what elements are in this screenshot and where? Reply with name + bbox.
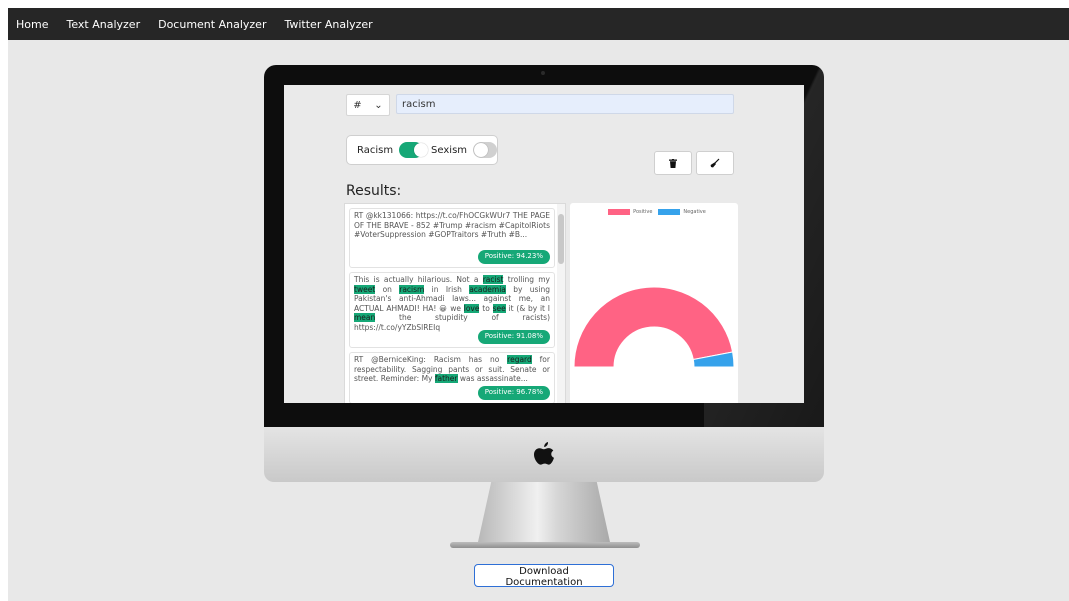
tweet-text-fragment: it (& by it I — [505, 303, 550, 313]
imac-stand — [478, 482, 610, 542]
nav-home[interactable]: Home — [16, 18, 48, 31]
highlighted-keyword: father — [434, 374, 458, 384]
hash-symbol: # — [353, 99, 362, 111]
sexism-toggle[interactable] — [473, 142, 497, 158]
tweet-text: This is actually hilarious. Not a racist… — [354, 275, 550, 332]
tweet-text-fragment: RT @BerniceKing: Racism has no — [354, 355, 508, 364]
page-background: Home Text Analyzer Document Analyzer Twi… — [8, 8, 1069, 601]
clean-button[interactable] — [696, 151, 734, 175]
download-documentation-button[interactable]: Download Documentation — [474, 564, 614, 588]
sentiment-badge: Positive: 94.23% — [477, 250, 550, 264]
nav-text-analyzer[interactable]: Text Analyzer — [66, 18, 140, 31]
sexism-label: Sexism — [431, 144, 468, 156]
sentiment-badge: Positive: 91.08% — [477, 330, 550, 344]
tweet-text: RT @kk131066: https://t.co/FhOCGkWUr7 TH… — [354, 211, 550, 240]
tweets-scrollbar[interactable] — [557, 204, 565, 403]
tweet-text-fragment: was assassinate... — [457, 374, 528, 384]
apple-logo-icon — [534, 441, 554, 465]
chevron-down-icon: ⌄ — [374, 99, 383, 111]
delete-button[interactable] — [654, 151, 692, 175]
tweet-text-fragment: This is actually hilarious. Not a — [354, 275, 483, 284]
trash-icon — [669, 158, 677, 168]
toggle-knob — [414, 143, 429, 157]
highlighted-keyword: mean — [354, 313, 376, 323]
tweet-card: RT @kk131066: https://t.co/FhOCGkWUr7 TH… — [349, 208, 555, 268]
filter-toggle-group: Racism Sexism — [346, 135, 498, 165]
chart-slice-positive[interactable] — [573, 286, 734, 368]
tweet-card: RT @BerniceKing: Racism has no regard fo… — [349, 352, 555, 403]
highlighted-keyword: academia — [469, 284, 506, 294]
racism-label: Racism — [357, 144, 394, 156]
highlighted-keyword: racism — [399, 284, 425, 294]
top-navbar: Home Text Analyzer Document Analyzer Twi… — [8, 8, 1069, 40]
highlighted-keyword: see — [492, 303, 506, 313]
half-doughnut-chart — [573, 286, 735, 368]
scrollbar-thumb[interactable] — [558, 214, 564, 264]
app-screen: # ⌄ racism Racism Sexism Results: RT @kk… — [284, 85, 804, 403]
sentiment-badge: Positive: 96.78% — [477, 386, 550, 400]
tweet-text-fragment: to — [479, 303, 493, 313]
highlighted-keyword: regard — [507, 355, 532, 364]
tweet-card: This is actually hilarious. Not a racist… — [349, 272, 555, 348]
tweet-text-fragment: trolling my — [503, 275, 550, 284]
camera-dot — [541, 71, 545, 75]
sentiment-chart-panel: Positive Negative — [570, 203, 738, 403]
highlighted-keyword: racist — [482, 275, 504, 284]
highlighted-keyword: tweet — [354, 284, 376, 294]
search-query: racism — [402, 98, 436, 110]
broom-icon — [710, 158, 720, 168]
toggle-knob — [474, 143, 489, 157]
nav-twitter-analyzer[interactable]: Twitter Analyzer — [284, 18, 372, 31]
search-type-select[interactable]: # ⌄ — [346, 94, 390, 116]
imac-chin — [264, 427, 824, 482]
tweet-text-fragment: on — [375, 284, 400, 294]
search-input[interactable]: racism — [396, 94, 734, 114]
tweet-text: RT @BerniceKing: Racism has no regard fo… — [354, 355, 550, 384]
nav-document-analyzer[interactable]: Document Analyzer — [158, 18, 266, 31]
tweet-text-fragment: in Irish — [424, 284, 470, 294]
tweets-list[interactable]: RT @kk131066: https://t.co/FhOCGkWUr7 TH… — [344, 203, 566, 403]
tweet-text-fragment: the stupidity of racists) https://t.co/y… — [354, 313, 550, 332]
highlighted-keyword: love — [463, 303, 480, 313]
racism-toggle[interactable] — [399, 142, 429, 158]
results-title: Results: — [346, 183, 402, 199]
imac-foot — [450, 542, 640, 548]
